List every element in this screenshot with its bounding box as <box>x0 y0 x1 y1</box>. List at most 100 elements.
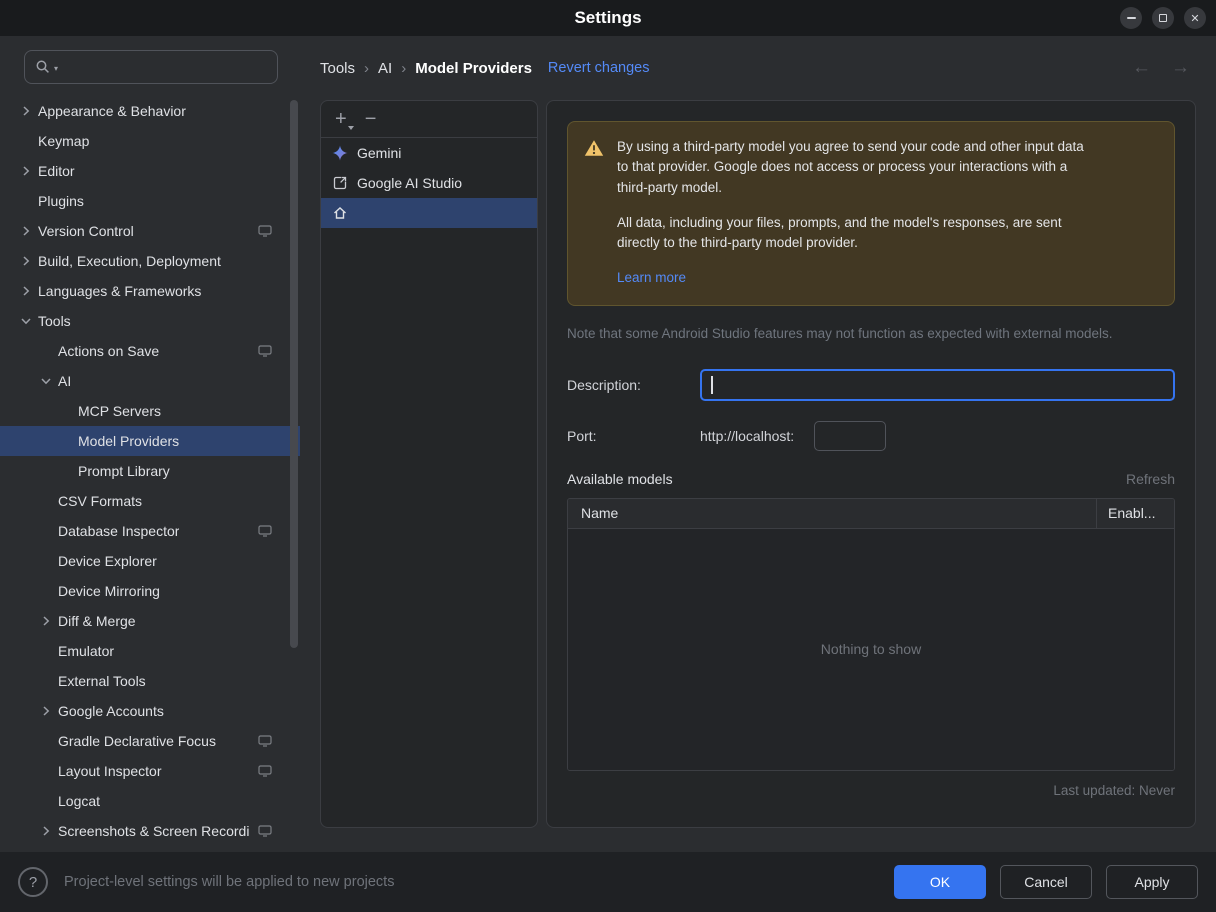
last-updated-text: Last updated: Never <box>1053 782 1175 798</box>
sidebar-item-google-accounts[interactable]: Google Accounts <box>0 696 300 726</box>
sidebar-item-mcp-servers[interactable]: MCP Servers <box>0 396 300 426</box>
add-provider-button[interactable]: + <box>335 109 354 130</box>
sidebar-item-label: Layout Inspector <box>58 763 162 779</box>
sidebar-item-languages-frameworks[interactable]: Languages & Frameworks <box>0 276 300 306</box>
minimize-button[interactable] <box>1120 7 1142 29</box>
provider-item-label: Google AI Studio <box>357 175 463 191</box>
chevron-right-icon[interactable] <box>14 165 38 177</box>
screen-icon <box>258 735 272 747</box>
home-icon <box>332 205 348 221</box>
sidebar-item-emulator[interactable]: Emulator <box>0 636 300 666</box>
sidebar-item-label: Google Accounts <box>58 703 164 719</box>
settings-tree: Appearance & Behavior Keymap Editor Plugins… <box>0 96 300 846</box>
chevron-right-icon[interactable] <box>14 105 38 117</box>
sidebar-item-plugins[interactable]: Plugins <box>0 186 300 216</box>
port-label: Port: <box>567 427 597 444</box>
search-input[interactable]: ▾ <box>24 50 278 84</box>
available-models-header: Available models Refresh <box>567 471 1175 487</box>
breadcrumb-ai[interactable]: AI <box>378 60 392 77</box>
sidebar-item-editor[interactable]: Editor <box>0 156 300 186</box>
sidebar-item-label: Logcat <box>58 793 101 809</box>
google-ai-studio-icon <box>332 175 348 191</box>
chevron-right-icon[interactable] <box>14 255 38 267</box>
ok-button[interactable]: OK <box>894 865 986 899</box>
provider-item-google-ai-studio[interactable]: Google AI Studio <box>321 168 537 198</box>
provider-item-gemini[interactable]: Gemini <box>321 138 537 168</box>
sidebar-item-model-providers[interactable]: Model Providers <box>0 426 300 456</box>
column-header-name[interactable]: Name <box>568 505 1096 521</box>
provider-item-new[interactable] <box>321 198 537 228</box>
external-models-note: Note that some Android Studio features m… <box>567 325 1113 341</box>
breadcrumb: Tools › AI › Model Providers Revert chan… <box>300 36 1216 100</box>
description-input[interactable] <box>700 368 1175 401</box>
add-dropdown-caret-icon <box>347 126 354 130</box>
revert-changes-link[interactable]: Revert changes <box>548 60 650 76</box>
close-button[interactable]: ✕ <box>1184 7 1206 29</box>
screen-icon <box>258 225 272 237</box>
port-input[interactable] <box>814 420 887 451</box>
sidebar-item-layout-inspector[interactable]: Layout Inspector <box>0 756 300 786</box>
back-arrow-icon[interactable]: ← <box>1132 57 1151 79</box>
screen-icon <box>258 825 272 837</box>
model-providers-panels: + − Gemini Google AI Studio By using a th… <box>300 100 1216 852</box>
provider-list: Gemini Google AI Studio <box>321 138 537 228</box>
remove-provider-button[interactable]: − <box>365 109 377 129</box>
sidebar-item-label: Tools <box>38 313 71 329</box>
sidebar-item-gradle-declarative-focus[interactable]: Gradle Declarative Focus <box>0 726 300 756</box>
port-row: Port: http://localhost: <box>567 420 1175 451</box>
help-button[interactable]: ? <box>18 867 48 897</box>
refresh-link[interactable]: Refresh <box>1126 471 1175 487</box>
sidebar-item-label: External Tools <box>58 673 146 689</box>
sidebar-item-device-explorer[interactable]: Device Explorer <box>0 546 300 576</box>
chevron-right-icon[interactable] <box>14 285 38 297</box>
sidebar-item-screenshots-screen-recordi[interactable]: Screenshots & Screen Recordi <box>0 816 300 846</box>
history-navigation: ← → <box>1132 57 1190 79</box>
column-header-enabled[interactable]: Enabl... <box>1096 498 1174 528</box>
chevron-down-icon[interactable] <box>34 375 58 387</box>
apply-button[interactable]: Apply <box>1106 865 1198 899</box>
sidebar-item-csv-formats[interactable]: CSV Formats <box>0 486 300 516</box>
warning-icon <box>584 137 604 289</box>
sidebar-item-label: Database Inspector <box>58 523 180 539</box>
sidebar-item-label: Languages & Frameworks <box>38 283 202 299</box>
provider-form-panel: By using a third-party model you agree t… <box>546 100 1196 828</box>
chevron-down-icon[interactable] <box>14 315 38 327</box>
sidebar-item-build-execution-deployment[interactable]: Build, Execution, Deployment <box>0 246 300 276</box>
provider-toolbar: + − <box>321 101 537 138</box>
chevron-right-icon[interactable] <box>34 705 58 717</box>
minimize-icon <box>1126 17 1136 19</box>
sidebar-item-keymap[interactable]: Keymap <box>0 126 300 156</box>
warning-paragraph-2: All data, including your files, prompts,… <box>617 214 1062 250</box>
close-icon: ✕ <box>1190 12 1200 25</box>
sidebar-item-database-inspector[interactable]: Database Inspector <box>0 516 300 546</box>
chevron-right-icon[interactable] <box>34 615 58 627</box>
sidebar-item-prompt-library[interactable]: Prompt Library <box>0 456 300 486</box>
dialog-footer: ? Project-level settings will be applied… <box>0 852 1216 912</box>
sidebar-item-label: Plugins <box>38 193 84 209</box>
sidebar-item-label: Build, Execution, Deployment <box>38 253 221 269</box>
sidebar-item-external-tools[interactable]: External Tools <box>0 666 300 696</box>
chevron-right-icon[interactable] <box>14 225 38 237</box>
sidebar-item-label: Diff & Merge <box>58 613 136 629</box>
sidebar-item-tools[interactable]: Tools <box>0 306 300 336</box>
chevron-right-icon[interactable] <box>34 825 58 837</box>
sidebar-item-appearance-behavior[interactable]: Appearance & Behavior <box>0 96 300 126</box>
sidebar-item-ai[interactable]: AI <box>0 366 300 396</box>
provider-item-label: Gemini <box>357 145 402 161</box>
forward-arrow-icon[interactable]: → <box>1171 57 1190 79</box>
sidebar-item-version-control[interactable]: Version Control <box>0 216 300 246</box>
sidebar-item-device-mirroring[interactable]: Device Mirroring <box>0 576 300 606</box>
sidebar-item-label: Device Explorer <box>58 553 157 569</box>
sidebar-scrollbar[interactable] <box>290 100 298 648</box>
sidebar-item-actions-on-save[interactable]: Actions on Save <box>0 336 300 366</box>
breadcrumb-current: Model Providers <box>415 59 532 77</box>
models-table: Name Enabl... Nothing to show <box>567 497 1175 771</box>
cancel-button[interactable]: Cancel <box>1000 865 1092 899</box>
sidebar-item-label: Screenshots & Screen Recordi <box>58 823 250 839</box>
sidebar-item-diff-merge[interactable]: Diff & Merge <box>0 606 300 636</box>
breadcrumb-tools[interactable]: Tools <box>320 60 355 77</box>
learn-more-link[interactable]: Learn more <box>617 268 686 288</box>
maximize-button[interactable] <box>1152 7 1174 29</box>
sidebar-item-logcat[interactable]: Logcat <box>0 786 300 816</box>
available-models-label: Available models <box>567 470 673 487</box>
